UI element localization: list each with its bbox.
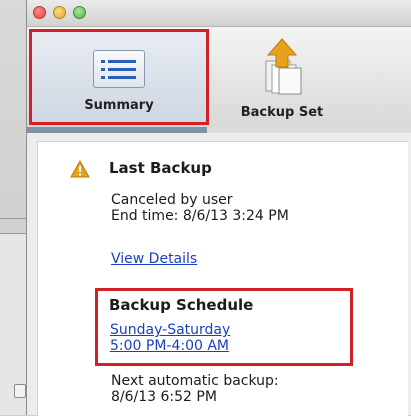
close-window-button[interactable]	[33, 6, 46, 19]
background-control[interactable]	[14, 384, 26, 398]
backup-window: Summary Backup Set Last Backup Canceled …	[26, 0, 411, 416]
minimize-window-button[interactable]	[53, 6, 66, 19]
backup-schedule-heading: Backup Schedule	[109, 296, 254, 314]
last-backup-end-time: End time: 8/6/13 3:24 PM	[111, 208, 289, 224]
next-backup-time: 8/6/13 6:52 PM	[111, 389, 217, 405]
backup-schedule-section: Backup Schedule Sunday-Saturday 5:00 PM-…	[95, 288, 353, 366]
list-icon	[93, 50, 145, 88]
zoom-window-button[interactable]	[73, 6, 86, 19]
warning-icon	[70, 160, 90, 178]
schedule-days-link[interactable]: Sunday-Saturday	[110, 322, 230, 339]
view-details-link[interactable]: View Details	[111, 251, 197, 268]
upload-documents-icon	[265, 38, 302, 95]
next-backup-label: Next automatic backup:	[111, 373, 279, 389]
summary-panel: Last Backup Canceled by user End time: 8…	[37, 141, 408, 416]
last-backup-heading: Last Backup	[109, 159, 212, 177]
background-window	[0, 0, 26, 415]
backup-set-tab-label: Backup Set	[240, 105, 324, 120]
summary-tab-label: Summary	[84, 98, 154, 113]
title-bar	[27, 0, 411, 27]
toolbar: Summary Backup Set	[27, 27, 411, 128]
backup-set-tab-button[interactable]: Backup Set	[227, 31, 337, 123]
last-backup-status: Canceled by user	[111, 192, 233, 208]
summary-tab-button[interactable]: Summary	[29, 29, 209, 125]
content-area: Last Backup Canceled by user End time: 8…	[31, 133, 411, 416]
schedule-hours-link[interactable]: 5:00 PM-4:00 AM	[110, 338, 229, 355]
background-divider	[0, 218, 26, 219]
